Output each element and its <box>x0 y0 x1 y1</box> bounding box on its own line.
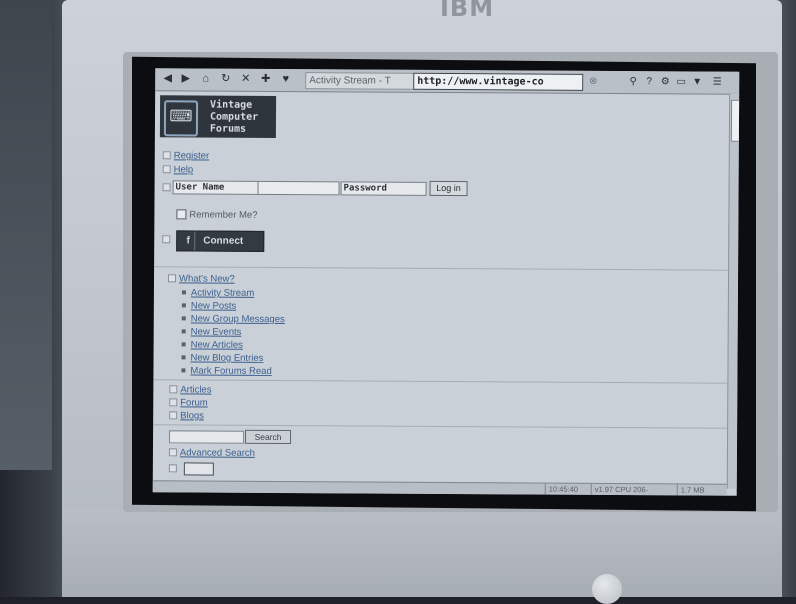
new-group-messages-link[interactable]: New Group Messages <box>191 313 285 325</box>
search-button[interactable]: Search <box>245 429 292 445</box>
menu-icon[interactable]: ☰ <box>711 76 723 89</box>
bullet-icon <box>162 183 171 192</box>
browser-window: ◀ ▶ ⌂ ↻ ✕ ✚ ♥ Activity Stream - T http:/… <box>152 68 740 496</box>
status-version: v1.97 CPU 206- <box>590 483 677 496</box>
desk-object <box>0 0 52 470</box>
bullet-icon <box>162 165 171 174</box>
download-icon[interactable]: ▼ <box>691 75 703 88</box>
mark-forums-read-link[interactable]: Mark Forums Read <box>190 365 271 376</box>
blogs-item: Blogs <box>169 410 204 422</box>
bullet-icon <box>169 385 178 394</box>
site-logo-text: Vintage Computer Forums <box>209 99 259 135</box>
list-item: Mark Forums Read <box>181 365 272 377</box>
reload-icon[interactable]: ↻ <box>219 73 232 86</box>
new-events-link[interactable]: New Events <box>191 326 242 337</box>
divider <box>153 424 728 429</box>
monitor-brand-logo: IBM <box>440 0 495 22</box>
blogs-link[interactable]: Blogs <box>180 410 204 421</box>
scrollbar-thumb[interactable] <box>730 99 740 142</box>
square-bullet-icon <box>181 355 186 360</box>
list-item: New Articles <box>181 339 243 351</box>
square-bullet-icon <box>181 303 186 308</box>
window-icon[interactable]: ▭ <box>675 75 687 88</box>
square-bullet-icon <box>181 290 186 295</box>
square-bullet-icon <box>181 329 186 334</box>
search-input[interactable] <box>169 430 245 444</box>
square-bullet-icon <box>181 316 186 321</box>
articles-link[interactable]: Articles <box>180 384 211 395</box>
bullet-icon <box>162 151 171 160</box>
add-icon[interactable]: ✚ <box>259 73 272 86</box>
background-wall-left <box>0 0 70 597</box>
page-title-field[interactable]: Activity Stream - T <box>305 72 416 90</box>
list-item: Activity Stream <box>181 287 254 299</box>
bullet-icon <box>168 448 177 457</box>
password-field[interactable]: Password <box>340 181 427 196</box>
square-bullet-icon <box>181 368 186 373</box>
username-field[interactable]: User Name <box>172 180 259 195</box>
bullet-icon <box>162 235 171 244</box>
username-input[interactable] <box>257 180 340 196</box>
bookmark-icon[interactable]: ♥ <box>279 73 292 86</box>
forum-item: Forum <box>169 397 208 409</box>
whats-new-link[interactable]: What's New? <box>179 273 235 284</box>
remember-me-row: Remember Me? <box>176 209 258 221</box>
stop-icon[interactable]: ✕ <box>239 73 252 86</box>
help-icon[interactable]: ? <box>643 75 655 88</box>
list-item: New Blog Entries <box>181 352 263 364</box>
square-bullet-icon <box>181 342 186 347</box>
remember-me-checkbox[interactable] <box>176 209 187 220</box>
bullet-icon <box>167 274 177 283</box>
power-button[interactable] <box>592 574 622 604</box>
login-button[interactable]: Log in <box>429 180 468 197</box>
bullet-icon <box>169 398 178 407</box>
register-item: Register <box>162 150 209 162</box>
divider <box>153 379 728 384</box>
url-clear-icon[interactable]: ⊗ <box>585 74 601 89</box>
new-articles-link[interactable]: New Articles <box>191 339 243 350</box>
monitor-bezel-bottom <box>62 510 782 597</box>
activity-stream-link[interactable]: Activity Stream <box>191 287 254 298</box>
remember-me-label: Remember Me? <box>189 209 258 221</box>
new-blog-entries-link[interactable]: New Blog Entries <box>190 352 263 363</box>
bullet-icon <box>168 464 177 473</box>
settings-icon[interactable]: ⚙ <box>659 75 671 88</box>
new-posts-link[interactable]: New Posts <box>191 300 236 311</box>
computer-logo-icon: ⌨ <box>163 100 199 137</box>
url-input[interactable]: http://www.vintage-co <box>413 72 584 91</box>
forum-link[interactable]: Forum <box>180 397 208 408</box>
forward-arrow-icon[interactable]: ▶ <box>179 72 192 85</box>
home-link-box[interactable] <box>183 462 214 476</box>
page-content: ⌨ Vintage Computer Forums Register Help … <box>153 91 729 484</box>
whats-new-item: What's New? <box>167 273 235 285</box>
status-extra: 1.7 MB <box>676 484 725 496</box>
connect-label: Connect <box>203 235 244 247</box>
help-link[interactable]: Help <box>174 164 194 175</box>
list-item: New Events <box>181 326 242 338</box>
site-logo[interactable]: ⌨ Vintage Computer Forums <box>159 95 277 138</box>
articles-item: Articles <box>169 384 212 396</box>
bullet-icon <box>169 411 178 420</box>
list-item: New Posts <box>181 300 236 312</box>
back-arrow-icon[interactable]: ◀ <box>161 72 174 85</box>
register-link[interactable]: Register <box>174 150 209 161</box>
advanced-search-item: Advanced Search <box>168 447 255 459</box>
status-time: 10:45:40 <box>544 483 589 495</box>
facebook-icon: f <box>182 231 196 251</box>
advanced-search-link[interactable]: Advanced Search <box>180 447 255 458</box>
facebook-connect-button[interactable]: f Connect <box>176 230 265 252</box>
search-icon[interactable]: ⚲ <box>627 75 639 88</box>
divider <box>154 266 729 271</box>
list-item: New Group Messages <box>181 313 285 325</box>
help-item: Help <box>162 164 194 175</box>
home-icon[interactable]: ⌂ <box>199 72 212 85</box>
